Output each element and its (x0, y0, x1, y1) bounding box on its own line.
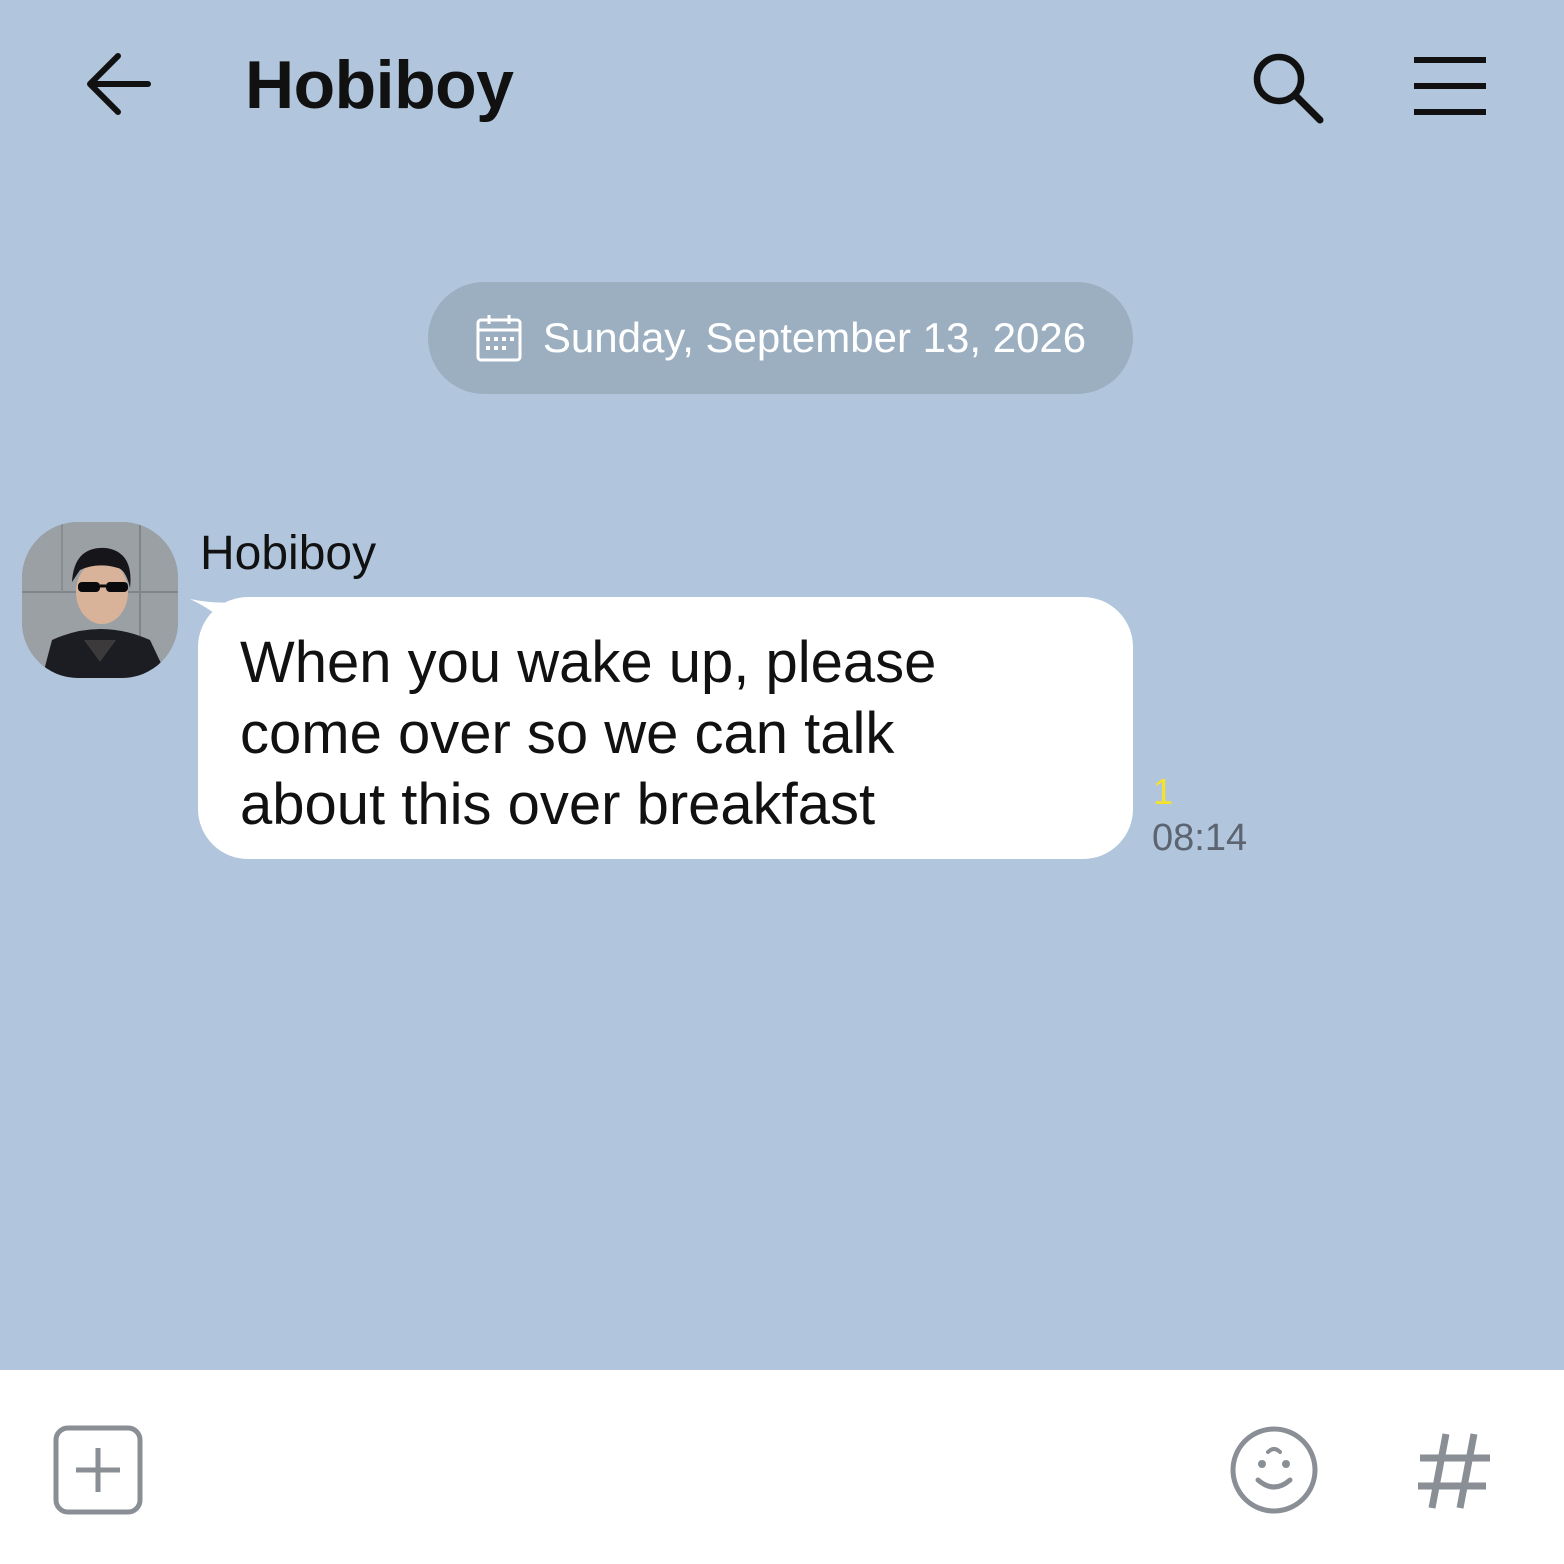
search-button[interactable] (1236, 36, 1336, 136)
back-button[interactable] (72, 38, 164, 130)
arrow-left-icon (87, 53, 151, 115)
search-icon (1253, 53, 1324, 124)
message-bubble[interactable]: When you wake up, please come over so we… (198, 597, 1133, 859)
calendar-icon (475, 314, 523, 362)
message-text: When you wake up, please come over so we… (240, 630, 937, 837)
unread-count: 1 (1153, 771, 1174, 812)
message-time: 08:14 (1152, 817, 1248, 859)
chat-title: Hobiboy (245, 47, 514, 123)
emoji-button[interactable] (1224, 1420, 1324, 1520)
date-divider-text: Sunday, September 13, 2026 (542, 314, 1087, 361)
menu-button[interactable] (1400, 36, 1500, 136)
avatar-photo (22, 522, 178, 678)
smiley-icon (1230, 1426, 1318, 1514)
plus-square-icon (53, 1425, 143, 1515)
hamburger-menu-icon (1414, 57, 1486, 115)
input-bar (0, 1370, 1564, 1564)
hashtag-icon (1418, 1433, 1490, 1509)
add-attachment-button[interactable] (50, 1422, 146, 1518)
avatar[interactable] (22, 522, 178, 678)
chat-header: Hobiboy (0, 0, 1564, 170)
sender-name: Hobiboy (200, 527, 377, 580)
hashtag-button[interactable] (1404, 1420, 1504, 1520)
date-divider: Sunday, September 13, 2026 (428, 282, 1133, 394)
